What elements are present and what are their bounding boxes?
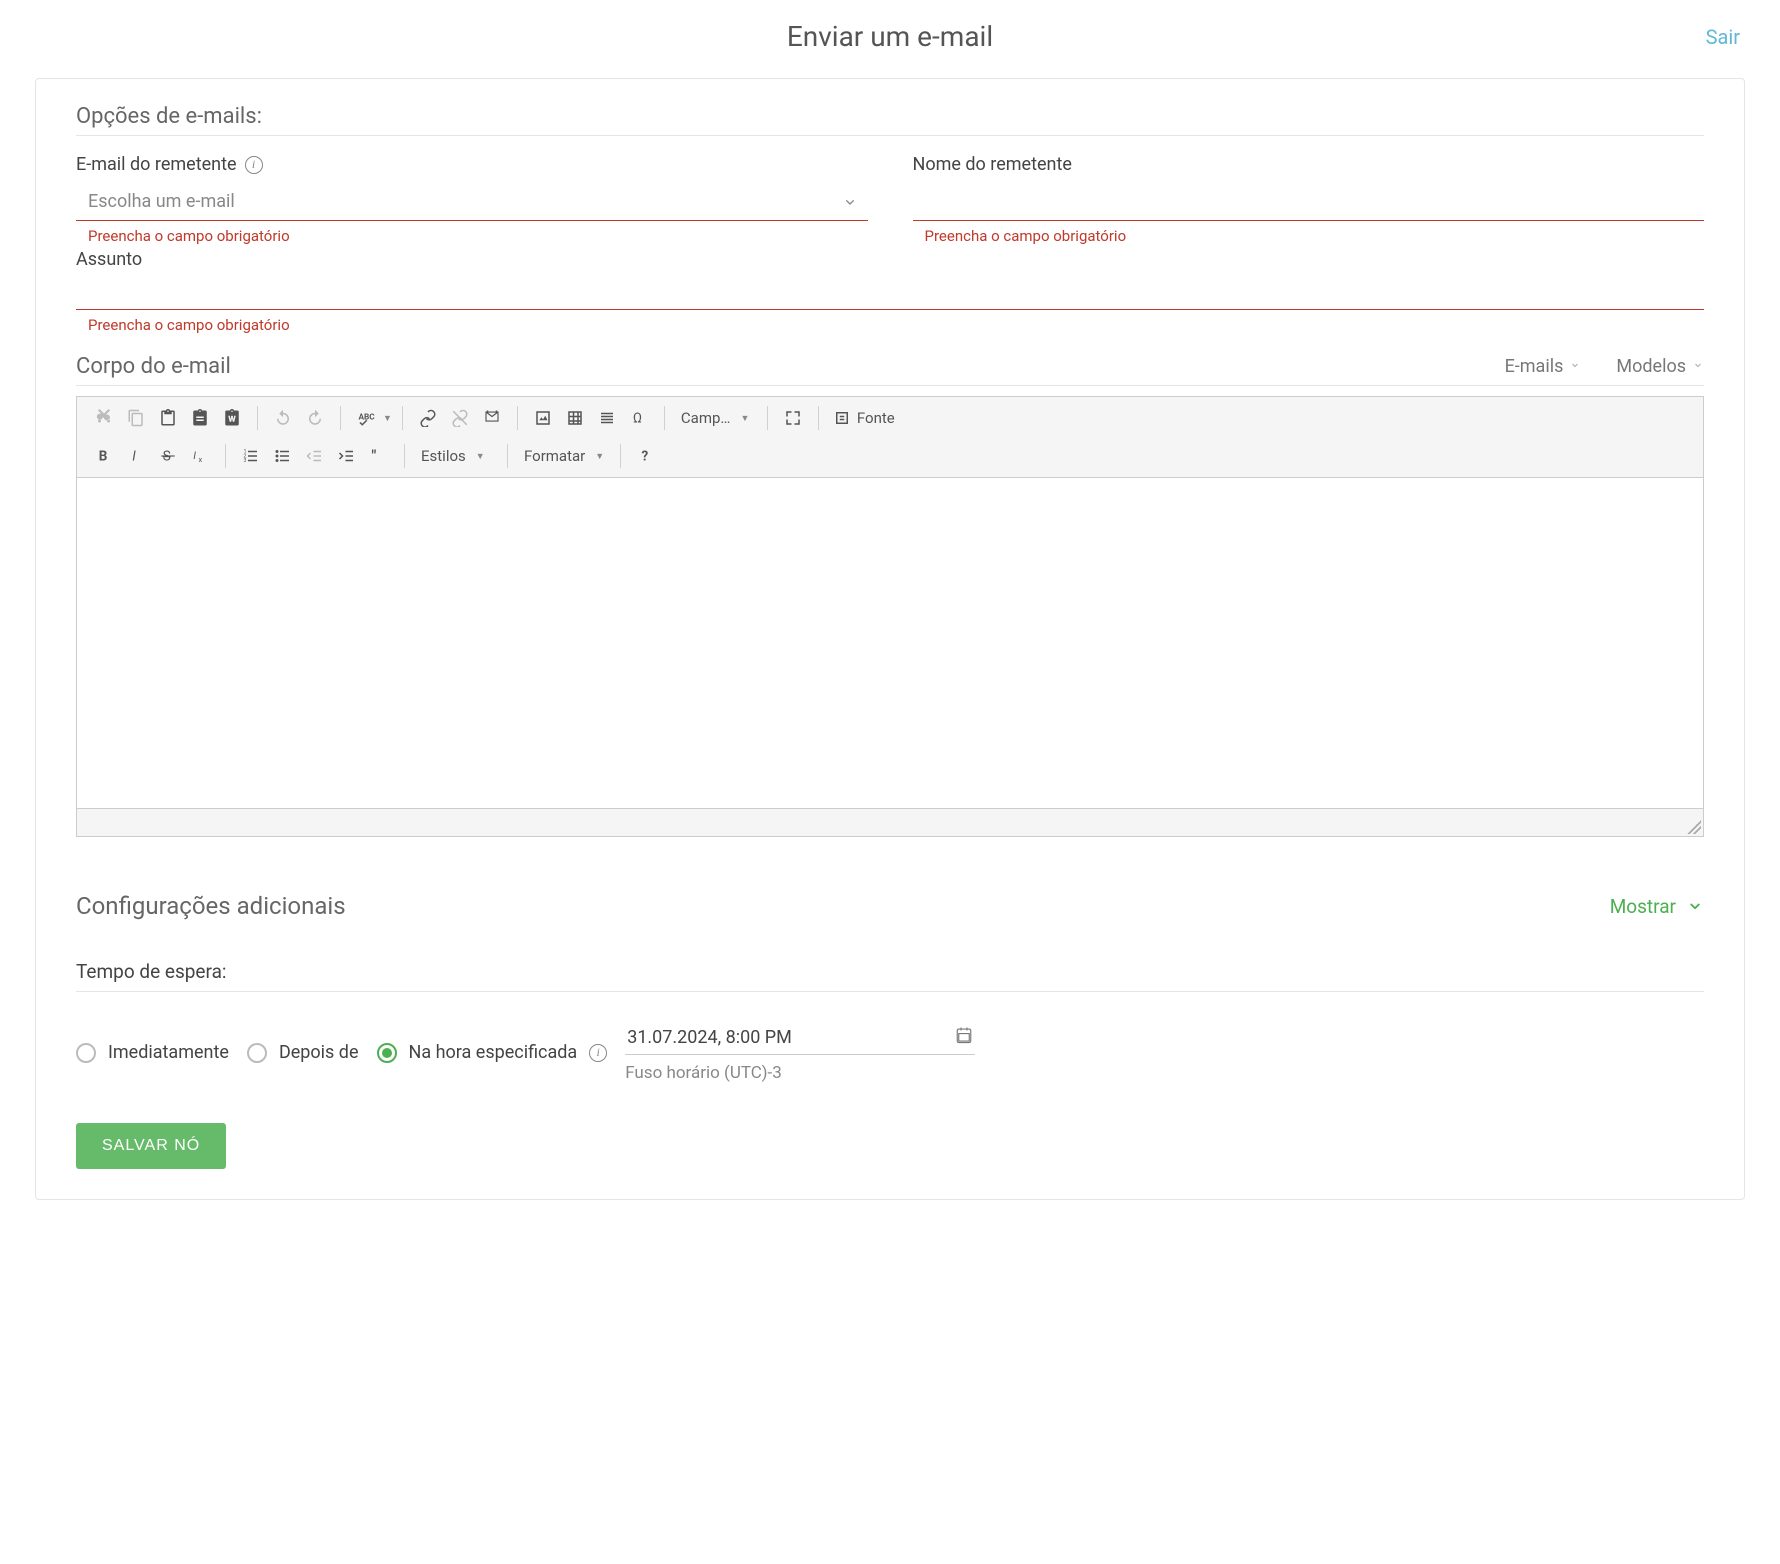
image-icon[interactable] bbox=[528, 403, 558, 433]
italic-icon[interactable]: I bbox=[121, 441, 151, 471]
svg-text:3: 3 bbox=[244, 458, 247, 464]
subject-error: Preencha o campo obrigatório bbox=[76, 310, 1704, 334]
chevron-down-icon bbox=[1692, 359, 1704, 374]
svg-text:?: ? bbox=[642, 449, 649, 465]
save-button[interactable]: SALVAR NÓ bbox=[76, 1123, 226, 1169]
sender-name-error: Preencha o campo obrigatório bbox=[913, 221, 1705, 245]
subject-input[interactable] bbox=[76, 272, 1704, 310]
chevron-down-icon bbox=[1569, 359, 1581, 374]
exit-link[interactable]: Sair bbox=[1706, 25, 1740, 49]
sender-name-label: Nome do remetente bbox=[913, 154, 1072, 175]
sender-email-placeholder: Escolha um e-mail bbox=[76, 191, 235, 212]
svg-text:I: I bbox=[132, 449, 136, 465]
bold-icon[interactable]: B bbox=[89, 441, 119, 471]
paste-icon[interactable] bbox=[153, 403, 183, 433]
info-icon[interactable]: i bbox=[589, 1044, 607, 1062]
radio-immediate-label: Imediatamente bbox=[108, 1042, 229, 1063]
horizontal-rule-icon[interactable] bbox=[592, 403, 622, 433]
radio-after[interactable] bbox=[247, 1043, 267, 1063]
subject-label: Assunto bbox=[76, 249, 1704, 270]
radio-immediate[interactable] bbox=[76, 1043, 96, 1063]
source-button[interactable]: Fonte bbox=[825, 405, 903, 431]
numbered-list-icon[interactable]: 123 bbox=[236, 441, 266, 471]
additional-settings-title: Configurações adicionais bbox=[76, 892, 346, 920]
timezone-label: Fuso horário (UTC)-3 bbox=[625, 1063, 975, 1083]
paste-text-icon[interactable] bbox=[185, 403, 215, 433]
resize-grip[interactable] bbox=[1687, 820, 1701, 834]
emails-dropdown[interactable]: E-mails bbox=[1505, 356, 1582, 377]
indent-icon[interactable] bbox=[332, 441, 362, 471]
svg-text:B: B bbox=[99, 449, 108, 465]
svg-text:Ω: Ω bbox=[633, 411, 642, 427]
email-options-title: Opções de e-mails: bbox=[76, 104, 1704, 136]
svg-text:I: I bbox=[193, 449, 196, 462]
variables-dropdown[interactable]: Camp… ▼ bbox=[671, 405, 761, 431]
bullet-list-icon[interactable] bbox=[268, 441, 298, 471]
redo-icon[interactable] bbox=[300, 403, 330, 433]
copy-icon[interactable] bbox=[121, 403, 151, 433]
anchor-icon[interactable] bbox=[477, 403, 507, 433]
templates-dropdown[interactable]: Modelos bbox=[1616, 356, 1704, 377]
strikethrough-icon[interactable]: S bbox=[153, 441, 183, 471]
cut-icon[interactable] bbox=[89, 403, 119, 433]
radio-at-time-label: Na hora especificada bbox=[409, 1042, 578, 1063]
sender-name-input[interactable] bbox=[913, 183, 1705, 221]
chevron-down-icon bbox=[842, 194, 858, 210]
editor-content-area[interactable] bbox=[77, 478, 1703, 808]
chevron-down-icon bbox=[1686, 897, 1704, 915]
radio-after-label: Depois de bbox=[279, 1042, 359, 1063]
sender-email-label: E-mail do remetente bbox=[76, 154, 237, 175]
format-dropdown[interactable]: Formatar ▼ bbox=[514, 443, 614, 469]
editor-footer bbox=[77, 808, 1703, 836]
sender-email-error: Preencha o campo obrigatório bbox=[76, 221, 868, 245]
table-icon[interactable] bbox=[560, 403, 590, 433]
svg-text:": " bbox=[372, 447, 377, 465]
unlink-icon[interactable] bbox=[445, 403, 475, 433]
paste-word-icon[interactable] bbox=[217, 403, 247, 433]
editor-toolbar: ABC ▼ Ω Camp… ▼ bbox=[77, 397, 1703, 478]
maximize-icon[interactable] bbox=[778, 403, 808, 433]
rich-text-editor: ABC ▼ Ω Camp… ▼ bbox=[76, 396, 1704, 837]
link-icon[interactable] bbox=[413, 403, 443, 433]
wait-time-title: Tempo de espera: bbox=[76, 960, 1704, 992]
info-icon[interactable]: i bbox=[245, 156, 263, 174]
styles-dropdown[interactable]: Estilos ▼ bbox=[411, 443, 501, 469]
page-title: Enviar um e-mail bbox=[787, 20, 993, 53]
undo-icon[interactable] bbox=[268, 403, 298, 433]
svg-text:x: x bbox=[199, 455, 203, 464]
email-form-panel: Opções de e-mails: E-mail do remetente i… bbox=[35, 78, 1745, 1200]
radio-at-time[interactable] bbox=[377, 1043, 397, 1063]
outdent-icon[interactable] bbox=[300, 441, 330, 471]
remove-format-icon[interactable]: Ix bbox=[185, 441, 215, 471]
sender-email-select[interactable]: Escolha um e-mail bbox=[76, 183, 868, 221]
spellcheck-icon[interactable]: ABC bbox=[351, 403, 381, 433]
calendar-icon bbox=[955, 1026, 973, 1048]
help-icon[interactable]: ? bbox=[631, 441, 661, 471]
body-title: Corpo do e-mail bbox=[76, 354, 231, 379]
datetime-input[interactable]: 31.07.2024, 8:00 PM bbox=[625, 1022, 975, 1055]
blockquote-icon[interactable]: " bbox=[364, 441, 394, 471]
show-settings-toggle[interactable]: Mostrar bbox=[1610, 895, 1704, 918]
special-char-icon[interactable]: Ω bbox=[624, 403, 654, 433]
